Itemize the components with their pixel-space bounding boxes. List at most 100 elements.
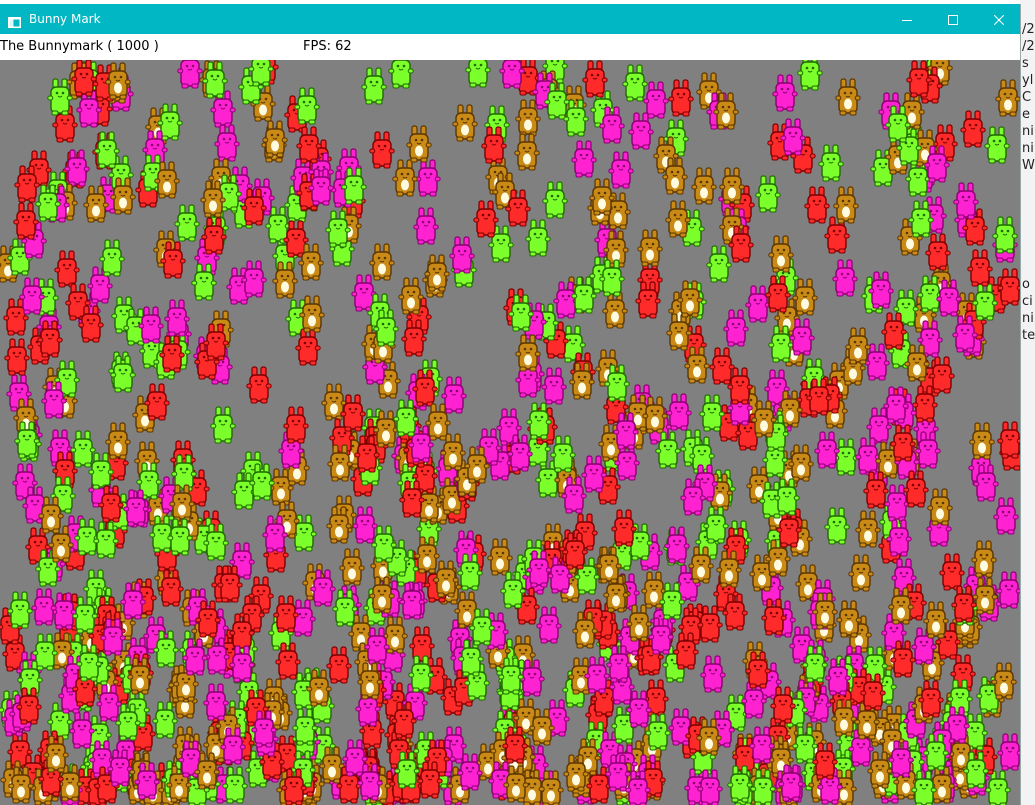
bunny-sprite <box>294 87 320 125</box>
bunny-sprite <box>13 202 39 240</box>
bunny-sprite <box>848 554 874 592</box>
bunny-sprite <box>835 78 861 116</box>
bunny-sprite <box>832 259 858 297</box>
bunny-sprite <box>608 151 634 189</box>
bunny-sprite <box>283 406 309 444</box>
bunny-sprite <box>262 120 288 158</box>
bunny-sprite <box>99 239 125 277</box>
fps-counter: FPS: 62 <box>303 39 352 54</box>
bunny-sprite <box>406 125 432 163</box>
bunny-sprite <box>797 60 823 91</box>
bunny-sprite <box>719 167 745 205</box>
bunny-sprite <box>415 159 441 197</box>
bunny-sprite <box>581 455 607 493</box>
background-text-fragment: C <box>1022 90 1032 105</box>
bunny-sprite <box>960 110 986 148</box>
minimize-button[interactable] <box>884 4 930 34</box>
bunny-sprite <box>699 394 725 432</box>
bunny-sprite <box>993 497 1019 535</box>
bunny-sprite <box>602 291 628 329</box>
bunny-sprite <box>768 235 794 273</box>
bunny-sprite <box>326 646 352 684</box>
app-window-icon <box>8 13 21 28</box>
game-canvas[interactable] <box>0 60 1020 805</box>
bunny-sprite <box>997 268 1020 306</box>
background-text-fragment: yl <box>1022 73 1034 88</box>
bunny-sprite <box>449 236 475 274</box>
close-button[interactable] <box>976 4 1022 34</box>
bunny-sprite <box>541 367 567 405</box>
bunny-sprite <box>424 254 450 292</box>
bunny-sprite <box>589 178 615 216</box>
bunny-sprite <box>273 595 299 633</box>
background-window-edge: /2/2 s yl Ce ni ni Wo ci ni te <box>1020 0 1035 805</box>
bunny-sprite <box>788 444 814 482</box>
title-bar[interactable]: Bunny Mark <box>0 4 1020 34</box>
bunny-sprite <box>69 711 95 749</box>
bunny-sprite <box>144 383 170 421</box>
maximize-button[interactable] <box>930 4 976 34</box>
bunny-sprite <box>352 506 378 544</box>
bunny-sprite <box>723 309 749 347</box>
bunny-sprite <box>992 216 1018 254</box>
bunny-sprite <box>997 733 1020 771</box>
bunny-sprite <box>772 74 798 112</box>
bunny-sprite <box>818 144 844 182</box>
bunnymark-title: The Bunnymark ( 1000 ) <box>0 39 159 54</box>
window-title: Bunny Mark <box>29 12 101 26</box>
background-text-fragment: o <box>1022 277 1030 292</box>
bunny-sprite <box>177 60 203 89</box>
bunny-sprite <box>824 216 850 254</box>
bunny-sprite <box>582 60 608 98</box>
bunny-sprite <box>706 245 732 283</box>
bunny-sprite <box>845 327 871 365</box>
bunny-sprite <box>814 431 840 469</box>
bunny-sprite <box>985 770 1011 805</box>
bunny-sprite <box>833 438 859 476</box>
bunny-sprite <box>54 250 80 288</box>
bunny-sprite <box>939 553 965 591</box>
bunny-sprite <box>611 509 637 547</box>
background-text-fragment: /2 <box>1022 39 1035 54</box>
bunny-sprite <box>997 421 1020 459</box>
bunny-sprite <box>804 186 830 224</box>
background-text-fragment: e <box>1022 107 1030 122</box>
background-text-fragment: W <box>1022 158 1035 173</box>
hud-bar: The Bunnymark ( 1000 ) FPS: 62 <box>0 34 1020 60</box>
bunny-sprite <box>643 81 669 119</box>
bunny-sprite <box>525 219 551 257</box>
bunny-sprite <box>473 200 499 238</box>
bunny-sprite <box>388 60 414 89</box>
bunny-sprite <box>392 159 418 197</box>
bunny-sprite <box>953 182 979 220</box>
bunny-sprite <box>542 181 568 219</box>
bunny-sprite <box>339 548 365 586</box>
background-text-fragment: s <box>1022 56 1029 71</box>
background-text-fragment: /2 <box>1022 22 1035 37</box>
background-text-fragment: ci <box>1022 294 1033 309</box>
bunny-sprite <box>833 186 859 224</box>
bunny-sprite <box>340 394 366 432</box>
bunny-sprite <box>550 435 576 473</box>
bunny-sprite <box>622 64 648 102</box>
bunny-sprite <box>214 124 240 162</box>
bunny-sprite <box>923 601 949 639</box>
bunny-sprite <box>210 406 236 444</box>
bunny-sprite <box>241 260 267 298</box>
bunny-sprite <box>499 60 525 89</box>
background-text-fragment: te <box>1022 328 1035 343</box>
bunny-sprite <box>637 229 663 267</box>
background-text-fragment: ni <box>1022 141 1034 156</box>
bunny-sprite <box>836 600 862 638</box>
bunny-sprite <box>668 79 694 117</box>
bunny-sprite <box>792 278 818 316</box>
bunny-sprite <box>465 60 491 88</box>
bunny-sprite <box>969 422 995 460</box>
bunny-sprite <box>855 510 881 548</box>
bunny-sprite <box>984 126 1010 164</box>
bunny-sprite <box>996 571 1020 609</box>
bunny-field <box>0 60 1020 805</box>
bunny-sprite <box>666 393 692 431</box>
bunny-sprite <box>571 140 597 178</box>
bunny-sprite <box>536 606 562 644</box>
